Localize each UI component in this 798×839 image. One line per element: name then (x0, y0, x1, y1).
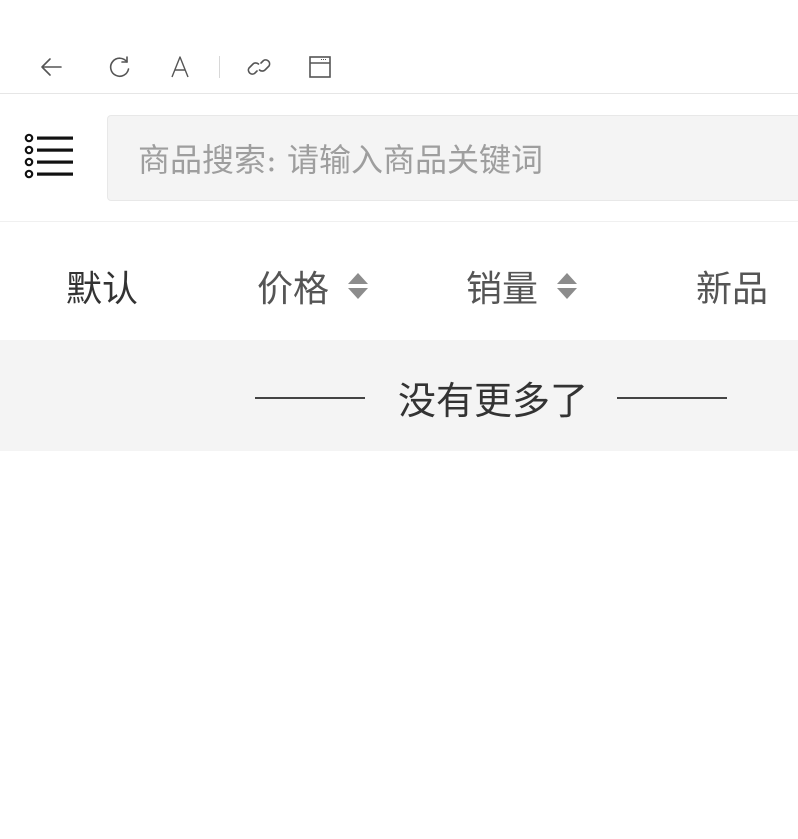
sort-tab-sales[interactable]: 销量 (466, 260, 578, 312)
window-icon[interactable] (307, 54, 333, 80)
search-header: 商品搜索: 请输入商品关键词 (0, 95, 798, 221)
sort-tab-new[interactable]: 新品 (696, 260, 768, 312)
back-arrow-icon[interactable] (38, 54, 64, 80)
font-size-icon[interactable] (167, 54, 193, 80)
sort-tab-label: 默认 (66, 269, 139, 310)
list-menu-icon[interactable] (24, 133, 74, 181)
sort-tab-default[interactable]: 默认 (66, 260, 138, 312)
sort-bar: 默认 价格 销量 新品 (0, 221, 798, 340)
link-icon[interactable] (246, 54, 272, 80)
browser-toolbar (0, 40, 798, 94)
sort-tab-label: 新品 (696, 269, 769, 310)
divider-line-left (255, 397, 365, 399)
list-end-notice: 没有更多了 (0, 340, 798, 451)
no-more-text: 没有更多了 (398, 379, 589, 423)
search-input[interactable]: 商品搜索: 请输入商品关键词 (107, 115, 798, 201)
sort-tab-label: 价格 (257, 269, 330, 310)
sort-tab-price[interactable]: 价格 (257, 260, 369, 312)
sort-arrows-icon (557, 273, 578, 299)
sort-tab-label: 销量 (466, 269, 539, 310)
toolbar-divider (219, 56, 220, 78)
refresh-icon[interactable] (107, 54, 133, 80)
divider-line-right (617, 397, 727, 399)
sort-arrows-icon (348, 273, 369, 299)
